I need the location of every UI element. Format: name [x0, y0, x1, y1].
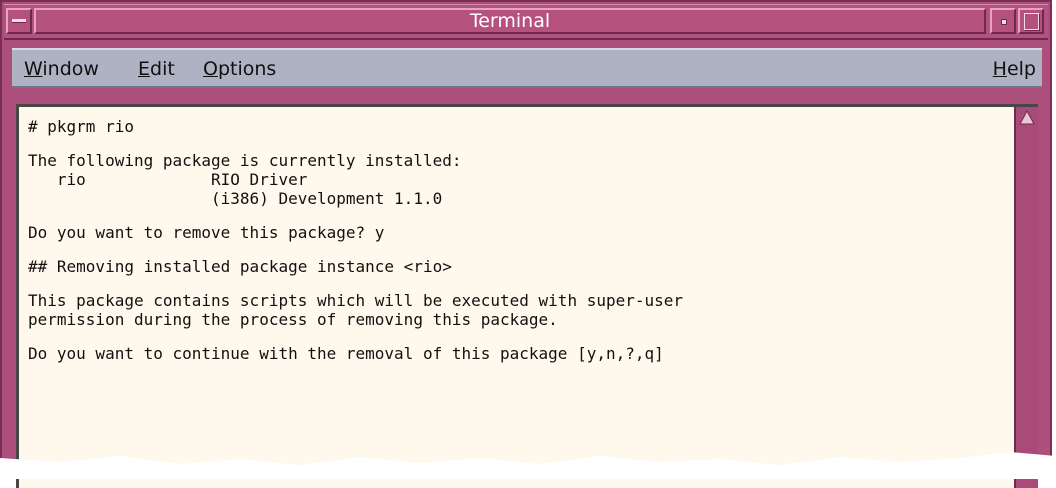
torn-paper-edge — [0, 452, 1056, 479]
menu-edit-mnemonic: E — [138, 58, 151, 80]
minimize-button[interactable] — [990, 8, 1016, 34]
maximize-icon — [1024, 13, 1039, 30]
terminal-line: The following package is currently insta… — [28, 151, 462, 170]
window-menu-button[interactable] — [6, 8, 32, 34]
terminal-line: # pkgrm rio — [28, 117, 134, 136]
menu-options-mnemonic: O — [203, 58, 218, 80]
terminal-window: Terminal Window Edit Options Help # pkgr… — [0, 0, 1052, 488]
scroll-up-button[interactable] — [1018, 109, 1036, 127]
terminal-line: (i386) Development 1.1.0 — [28, 189, 443, 208]
menu-help-label: elp — [1006, 58, 1036, 80]
terminal-line: Do you want to remove this package? y — [28, 223, 385, 242]
terminal-output-area[interactable]: # pkgrm rio The following package is curr… — [16, 104, 1038, 488]
terminal-line: Do you want to continue with the removal… — [28, 344, 664, 363]
terminal-line: ## Removing installed package instance <… — [28, 257, 452, 276]
terminal-line: rio RIO Driver — [28, 170, 308, 189]
minimize-icon — [1001, 19, 1007, 25]
menu-window-label: indow — [42, 58, 99, 80]
window-title: Terminal — [34, 8, 986, 34]
window-menu-icon — [12, 19, 26, 23]
maximize-button[interactable] — [1018, 8, 1044, 34]
terminal-line: This package contains scripts which will… — [28, 291, 684, 310]
menu-help[interactable]: Help — [993, 58, 1036, 80]
menu-options-label: ptions — [217, 58, 277, 80]
menu-help-mnemonic: H — [992, 58, 1007, 80]
menu-options[interactable]: Options — [203, 58, 276, 80]
terminal-line: permission during the process of removin… — [28, 310, 558, 329]
menu-edit-label: dit — [150, 58, 175, 80]
menu-edit[interactable]: Edit — [138, 58, 175, 80]
scroll-up-arrow-icon — [1019, 109, 1035, 125]
terminal-text: # pkgrm rio The following package is curr… — [28, 117, 683, 363]
menu-window-mnemonic: W — [24, 58, 43, 80]
menu-bar: Window Edit Options Help — [12, 48, 1042, 88]
vertical-scrollbar[interactable] — [1014, 107, 1038, 488]
title-bar[interactable]: Terminal — [4, 4, 1048, 40]
menu-window[interactable]: Window — [24, 58, 99, 80]
